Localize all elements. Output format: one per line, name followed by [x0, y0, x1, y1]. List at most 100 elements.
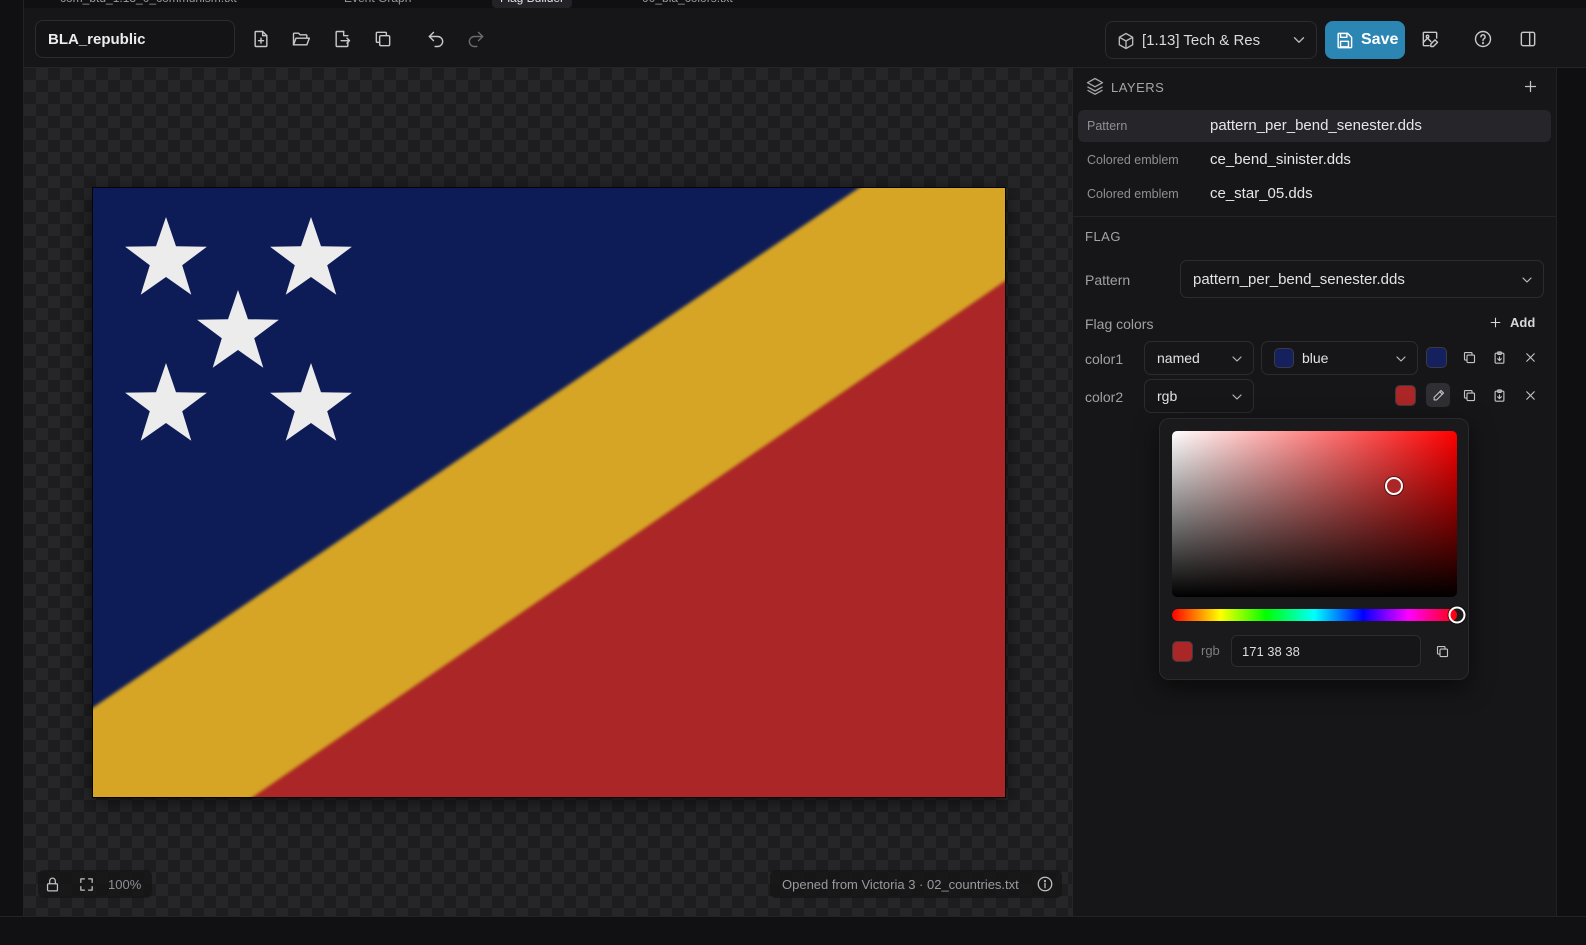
color1-swatch[interactable] — [1426, 347, 1447, 368]
add-layer-icon[interactable] — [1523, 79, 1538, 94]
color-picker-popover: rgb — [1159, 418, 1469, 680]
color1-label: color1 — [1085, 351, 1124, 367]
picker-mode-label: rgb — [1201, 643, 1220, 658]
export-image-button[interactable] — [1416, 25, 1444, 53]
zoom-level: 100% — [108, 877, 142, 892]
canvas-footer: 100% Opened from Victoria 3 · 02_countri… — [24, 860, 1072, 916]
duplicate-button[interactable] — [369, 25, 397, 53]
flag-heading: FLAG — [1085, 229, 1121, 244]
pencil-icon — [1433, 389, 1444, 400]
flag-preview — [93, 188, 1005, 797]
saturation-brightness-area[interactable] — [1172, 431, 1457, 597]
activity-rail — [0, 0, 24, 945]
copy-icon — [1436, 645, 1448, 657]
sidebar-right-icon — [1520, 31, 1536, 47]
layer-kind: Colored emblem — [1087, 153, 1179, 167]
color2-edit-button[interactable] — [1426, 383, 1450, 407]
color2-paste-button[interactable] — [1487, 383, 1511, 407]
save-icon — [1337, 32, 1353, 49]
file-export-icon — [335, 30, 351, 48]
chevron-down-icon — [1232, 356, 1242, 362]
export-button[interactable] — [328, 25, 356, 53]
color2-copy-button[interactable] — [1457, 383, 1481, 407]
game-version-select[interactable]: [1.13] Tech & Res — [1105, 21, 1317, 59]
hue-slider[interactable] — [1172, 606, 1466, 624]
pattern-select-value: pattern_per_bend_senester.dds — [1193, 271, 1405, 288]
layer-row-pattern[interactable]: Pattern pattern_per_bend_senester.dds — [1078, 110, 1551, 142]
saturation-brightness-handle[interactable] — [1385, 476, 1404, 495]
layer-file: ce_star_05.dds — [1210, 185, 1313, 202]
hue-slider-handle[interactable] — [1448, 606, 1466, 624]
copy-icon — [375, 31, 391, 47]
color2-remove-button[interactable] — [1518, 383, 1542, 407]
tab-event-graph[interactable]: Event Graph — [344, 0, 411, 8]
flag-colors-label: Flag colors — [1085, 316, 1154, 332]
plus-icon — [1490, 317, 1501, 328]
toolbar: BLA_republic [1.13] Tech & Res Save — [24, 8, 1586, 68]
layers-heading: LAYERS — [1111, 80, 1165, 95]
toggle-sidebar-button[interactable] — [1514, 25, 1542, 53]
flag-image — [93, 188, 1005, 797]
editor-tab-strip: com_btd_1.13_0_communism.txt Event Graph… — [24, 0, 1586, 8]
new-file-button[interactable] — [247, 25, 275, 53]
section-divider — [1073, 216, 1556, 217]
tab-communism-file[interactable]: com_btd_1.13_0_communism.txt — [60, 0, 237, 8]
source-label: Opened from Victoria 3 · 02_countries.tx… — [782, 877, 1019, 892]
help-circle-icon — [1474, 30, 1492, 48]
game-version-label: [1.13] Tech & Res — [1142, 32, 1261, 49]
right-scroll-rail — [1556, 68, 1586, 916]
undo-icon — [428, 31, 444, 48]
tab-colors-file[interactable]: 00_bla_colors.txt — [642, 0, 733, 8]
color1-mode-select[interactable]: named — [1144, 341, 1254, 375]
layer-kind: Pattern — [1087, 119, 1128, 133]
chevron-down-icon — [1293, 37, 1305, 43]
color2-swatch[interactable] — [1395, 385, 1416, 406]
folder-open-icon — [292, 32, 311, 46]
flag-canvas[interactable]: 100% Opened from Victoria 3 · 02_countri… — [24, 68, 1072, 916]
chevron-down-icon — [1522, 277, 1532, 283]
save-button-label: Save — [1361, 31, 1399, 48]
color1-mode-value: named — [1157, 350, 1200, 366]
color2-label: color2 — [1085, 389, 1124, 405]
color2-mode-select[interactable]: rgb — [1144, 379, 1254, 413]
redo-button[interactable] — [462, 25, 490, 53]
layer-row-star[interactable]: Colored emblem ce_star_05.dds — [1078, 178, 1551, 210]
lock-icon[interactable] — [44, 876, 61, 893]
flag-builder-app: com_btd_1.13_0_communism.txt Event Graph… — [0, 0, 1586, 945]
layer-file: pattern_per_bend_senester.dds — [1210, 117, 1422, 134]
pattern-label: Pattern — [1085, 272, 1131, 288]
open-folder-button[interactable] — [287, 25, 315, 53]
layer-kind: Colored emblem — [1087, 187, 1179, 201]
save-button[interactable]: Save — [1325, 21, 1405, 59]
rgb-value-input[interactable] — [1231, 635, 1421, 667]
color1-paste-button[interactable] — [1487, 345, 1511, 369]
fit-screen-icon[interactable] — [78, 876, 95, 893]
color1-named-value: blue — [1302, 350, 1329, 366]
clipboard-icon — [1494, 388, 1504, 402]
source-info: Opened from Victoria 3 · 02_countries.tx… — [770, 870, 1062, 898]
copy-icon — [1463, 389, 1475, 401]
copy-icon — [1463, 351, 1475, 363]
color1-copy-button[interactable] — [1457, 345, 1481, 369]
chevron-down-icon — [1396, 356, 1406, 362]
color1-remove-button[interactable] — [1518, 345, 1542, 369]
pattern-select[interactable]: pattern_per_bend_senester.dds — [1180, 260, 1544, 298]
copy-rgb-button[interactable] — [1430, 639, 1454, 663]
color2-mode-value: rgb — [1157, 388, 1178, 404]
redo-icon — [468, 31, 484, 48]
picker-preview-swatch — [1172, 641, 1193, 662]
help-button[interactable] — [1469, 25, 1497, 53]
status-bar — [0, 916, 1586, 945]
color1-named-select[interactable]: blue — [1261, 341, 1418, 375]
document-name-field[interactable]: BLA_republic — [35, 20, 235, 58]
undo-button[interactable] — [422, 25, 450, 53]
color1-named-swatch — [1274, 348, 1294, 368]
layers-icon — [1086, 77, 1104, 96]
tab-flag-builder[interactable]: Flag Builder — [492, 0, 573, 8]
chevron-down-icon — [1232, 394, 1242, 400]
file-plus-icon — [254, 30, 268, 48]
layer-row-bend[interactable]: Colored emblem ce_bend_sinister.dds — [1078, 144, 1551, 176]
clipboard-icon — [1494, 350, 1504, 364]
info-icon[interactable] — [1036, 875, 1054, 893]
package-icon — [1118, 32, 1134, 50]
